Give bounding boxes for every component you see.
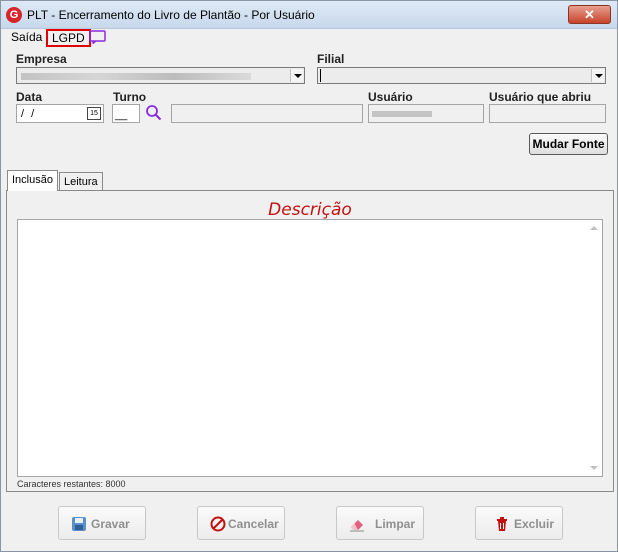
turno-label: Turno (113, 90, 147, 104)
filial-label: Filial (317, 52, 345, 66)
close-button[interactable]: ✕ (568, 5, 611, 24)
cancelar-button[interactable]: Cancelar (197, 506, 285, 540)
turno-input[interactable]: __ (112, 104, 140, 123)
app-logo-icon: G (6, 7, 22, 23)
usuario-abriu-field (489, 104, 606, 123)
excluir-button[interactable]: Excluir (475, 506, 563, 540)
chars-remaining: Caracteres restantes: 8000 (17, 479, 126, 489)
trash-icon (497, 517, 507, 531)
menu-bar: Saída LGPD (1, 29, 617, 49)
empresa-label: Empresa (16, 52, 67, 66)
gravar-label: Gravar (91, 517, 130, 531)
usuario-abriu-label: Usuário que abriu (489, 90, 592, 104)
descricao-panel: Descrição Caracteres restantes: 8000 (6, 190, 614, 492)
data-label: Data (16, 90, 43, 104)
cancel-icon (210, 516, 226, 532)
search-icon[interactable] (145, 104, 162, 121)
main-window: G PLT - Encerramento do Livro de Plantão… (0, 0, 618, 552)
chat-icon[interactable] (89, 30, 106, 44)
usuario-field (368, 104, 484, 123)
window-title: PLT - Encerramento do Livro de Plantão -… (27, 8, 315, 22)
menu-lgpd[interactable]: LGPD (46, 29, 91, 47)
turno-value: __ (115, 109, 128, 121)
mudar-fonte-button[interactable]: Mudar Fonte (529, 133, 608, 155)
filial-select[interactable] (317, 67, 606, 84)
descricao-textarea[interactable] (17, 219, 603, 477)
descricao-title: Descrição (268, 200, 352, 220)
limpar-label: Limpar (375, 517, 416, 531)
calendar-icon[interactable]: 15 (87, 107, 101, 120)
turno-description-field (171, 104, 363, 123)
gravar-button[interactable]: Gravar (58, 506, 146, 540)
excluir-label: Excluir (514, 517, 555, 531)
chevron-down-icon[interactable] (591, 69, 604, 82)
save-icon (72, 517, 86, 531)
chevron-down-icon[interactable] (290, 69, 303, 82)
tab-inclusao[interactable]: Inclusão (7, 170, 58, 191)
limpar-button[interactable]: Limpar (336, 506, 424, 540)
tab-leitura[interactable]: Leitura (59, 172, 103, 192)
empresa-select[interactable] (16, 67, 305, 84)
scroll-down-icon[interactable] (590, 466, 598, 470)
title-bar: G PLT - Encerramento do Livro de Plantão… (1, 1, 617, 29)
scrollbar[interactable] (587, 220, 602, 476)
data-input[interactable]: / / 15 (16, 104, 104, 123)
data-value: / / (21, 108, 37, 120)
usuario-label: Usuário (368, 90, 413, 104)
eraser-icon (350, 520, 364, 532)
menu-saida[interactable]: Saída (8, 29, 45, 47)
scroll-up-icon[interactable] (590, 226, 598, 230)
cancelar-label: Cancelar (228, 517, 279, 531)
